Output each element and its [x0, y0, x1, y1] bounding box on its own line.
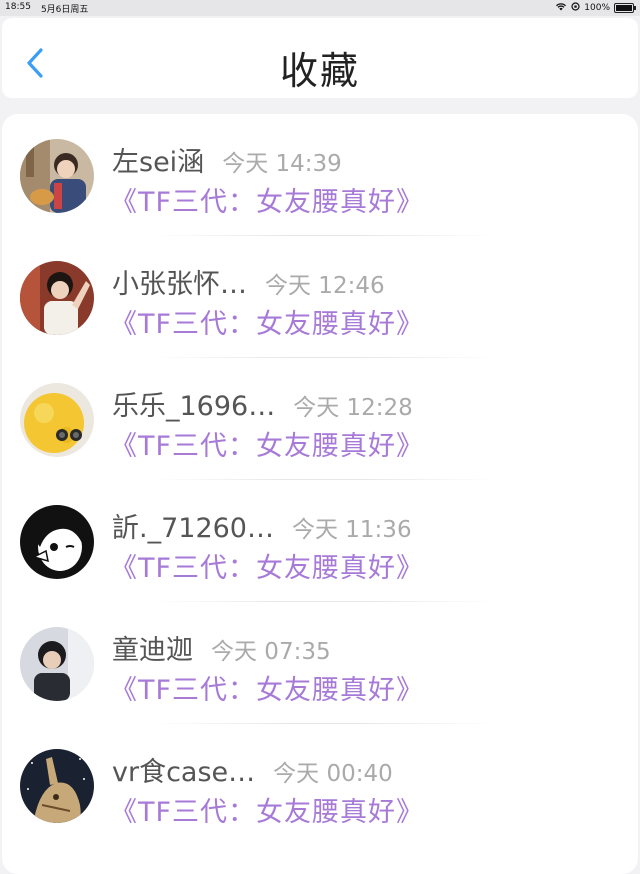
- list-item[interactable]: 童迪迦 今天 07:35 《TF三代：女友腰真好》: [2, 602, 638, 724]
- item-name-row: 左sei涵 今天 14:39: [112, 140, 342, 179]
- message-preview: 《TF三代：女友腰真好》: [110, 553, 425, 584]
- item-name-row: 小张张怀… 今天 12:46: [112, 262, 385, 301]
- item-name-row: 童迪迦 今天 07:35: [112, 628, 331, 667]
- battery-percent: 100%: [584, 3, 610, 13]
- avatar: [20, 749, 94, 823]
- timestamp: 今天 14:39: [222, 151, 342, 177]
- avatar: [20, 261, 94, 335]
- contact-name: 左sei涵: [112, 147, 205, 178]
- status-time: 18:55: [5, 2, 31, 12]
- message-preview: 《TF三代：女友腰真好》: [110, 431, 425, 462]
- status-bar: 18:55 5月6日周五 100%: [0, 0, 640, 16]
- avatar: [20, 139, 94, 213]
- wifi-icon: [555, 2, 567, 14]
- message-preview: 《TF三代：女友腰真好》: [110, 187, 425, 218]
- list-item[interactable]: 乐乐_1696… 今天 12:28 《TF三代：女友腰真好》: [2, 358, 638, 480]
- message-preview: 《TF三代：女友腰真好》: [110, 797, 425, 828]
- list-item[interactable]: 小张张怀… 今天 12:46 《TF三代：女友腰真好》: [2, 236, 638, 358]
- avatar: [20, 505, 94, 579]
- message-preview: 《TF三代：女友腰真好》: [110, 309, 425, 340]
- timestamp: 今天 11:36: [291, 517, 412, 543]
- avatar: [20, 627, 94, 701]
- contact-name: 乐乐_1696…: [112, 391, 276, 422]
- list-item[interactable]: 左sei涵 今天 14:39 《TF三代：女友腰真好》: [2, 114, 638, 236]
- battery-icon: [614, 3, 636, 13]
- contact-name: 童迪迦: [112, 635, 193, 666]
- timestamp: 今天 00:40: [273, 761, 393, 787]
- message-preview: 《TF三代：女友腰真好》: [110, 675, 425, 706]
- item-name-row: 訢._71260… 今天 11:36: [112, 506, 412, 545]
- list-item[interactable]: vr食case… 今天 00:40 《TF三代：女友腰真好》: [2, 724, 638, 846]
- page-title: 收藏: [279, 49, 360, 93]
- timestamp: 今天 07:35: [211, 639, 331, 665]
- favorites-list: 左sei涵 今天 14:39 《TF三代：女友腰真好》 小张张怀… 今天 12:46…: [2, 114, 638, 874]
- timestamp: 今天 12:46: [265, 273, 385, 299]
- contact-name: 訢._71260…: [112, 513, 274, 544]
- avatar: [20, 383, 94, 457]
- timestamp: 今天 12:28: [293, 395, 413, 421]
- contact-name: vr食case…: [112, 757, 256, 788]
- status-date: 5月6日周五: [40, 5, 89, 15]
- item-name-row: vr食case… 今天 00:40: [112, 750, 393, 789]
- list-item[interactable]: 訢._71260… 今天 11:36 《TF三代：女友腰真好》: [2, 480, 638, 602]
- contact-name: 小张张怀…: [112, 269, 247, 300]
- item-name-row: 乐乐_1696… 今天 12:28: [112, 384, 413, 423]
- nav-bar: 收藏: [2, 18, 638, 98]
- orientation-lock-icon: [571, 2, 580, 14]
